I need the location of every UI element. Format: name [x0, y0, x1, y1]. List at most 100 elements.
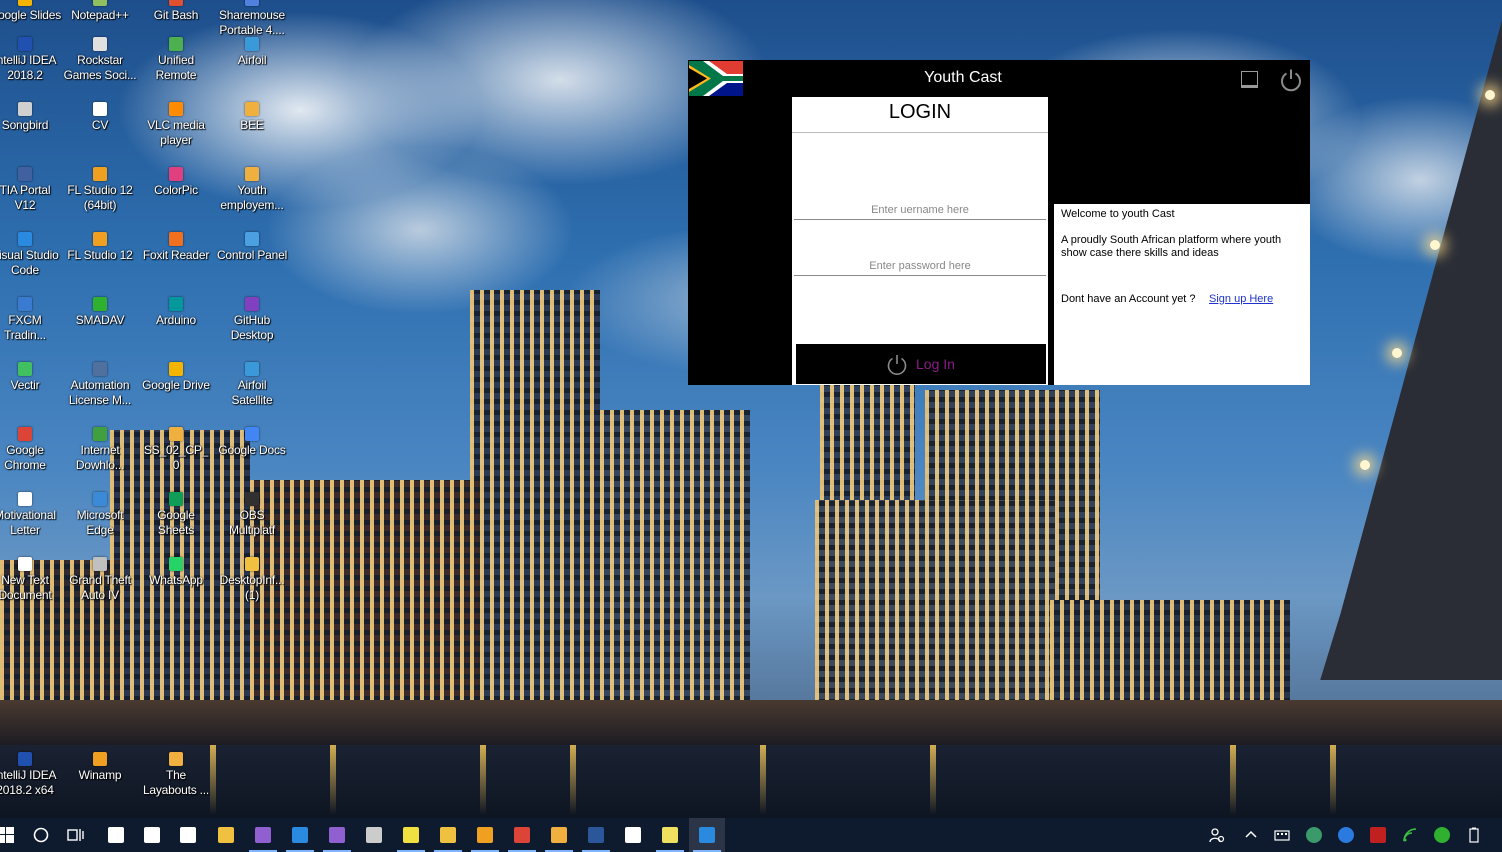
desktop-icon[interactable]: Songbird: [0, 102, 63, 133]
desktop-icon[interactable]: Winamp: [62, 752, 138, 783]
desktop-icon[interactable]: VLC media player: [138, 102, 214, 148]
tray-app-4[interactable]: [1428, 818, 1456, 852]
desktop-icon[interactable]: OBS Multiplatf: [214, 492, 290, 538]
desktop-icon[interactable]: SMADAV: [62, 297, 138, 328]
desktop-icon[interactable]: Notepad++: [62, 0, 138, 23]
info-panel: Welcome to youth Cast A proudly South Af…: [1054, 204, 1310, 385]
desktop-icon[interactable]: FL Studio 12 (64bit): [62, 167, 138, 213]
app-icon: [169, 752, 183, 766]
taskbar-app-button[interactable]: [504, 818, 540, 852]
desktop-icon[interactable]: Arduino: [138, 297, 214, 328]
desktop-icon[interactable]: Rockstar Games Soci...: [62, 37, 138, 83]
taskbar-app-button[interactable]: [208, 818, 244, 852]
desktop-icon[interactable]: Control Panel: [214, 232, 290, 263]
desktop-icon-label: SS_02_CP_ 0: [143, 443, 209, 472]
minimize-button[interactable]: [1238, 68, 1262, 92]
desktop-icon[interactable]: Google Drive: [138, 362, 214, 393]
app-icon: [93, 427, 107, 441]
taskbar-app-button[interactable]: [615, 818, 651, 852]
desktop-icon[interactable]: ColorPic: [138, 167, 214, 198]
desktop-icon[interactable]: Google Sheets: [138, 492, 214, 538]
description-text: A proudly South African platform where y…: [1061, 234, 1282, 259]
desktop-icon[interactable]: SS_02_CP_ 0: [138, 427, 214, 473]
desktop-icon[interactable]: New Text Document: [0, 557, 63, 603]
desktop-icon[interactable]: Google Slides: [0, 0, 63, 23]
taskbar-app-button[interactable]: [282, 818, 318, 852]
username-field[interactable]: Enter uername here: [794, 201, 1046, 220]
desktop-icon[interactable]: WhatsApp: [138, 557, 214, 588]
desktop-icon[interactable]: Internet Dowhlo...: [62, 427, 138, 473]
app-icon: [169, 0, 183, 6]
tray-app-3[interactable]: [1364, 818, 1392, 852]
desktop-icon[interactable]: Airfoil: [214, 37, 290, 68]
desktop-icon[interactable]: Git Bash: [138, 0, 214, 23]
desktop-icon[interactable]: Automation License M...: [62, 362, 138, 408]
tray-overflow-button[interactable]: [1237, 818, 1265, 852]
desktop-icon[interactable]: Vectir: [0, 362, 63, 393]
app-icon: [93, 362, 107, 376]
app-icon: [245, 297, 259, 311]
desktop-icon[interactable]: BEE: [214, 102, 290, 133]
tray-app-1[interactable]: [1300, 818, 1328, 852]
taskbar-app-button[interactable]: [430, 818, 466, 852]
app-icon: [93, 232, 107, 246]
desktop-icon[interactable]: Microsoft Edge: [62, 492, 138, 538]
taskbar-app-button[interactable]: [245, 818, 281, 852]
desktop-icon-label: Google Chrome: [4, 443, 46, 472]
search-button[interactable]: [23, 818, 59, 852]
taskbar-app-button[interactable]: [98, 818, 134, 852]
mail-icon: [108, 827, 124, 843]
wallpaper-reflection: [570, 745, 576, 815]
password-field[interactable]: Enter password here: [794, 257, 1046, 276]
desktop-icon[interactable]: Google Chrome: [0, 427, 63, 473]
tray-people[interactable]: [1203, 818, 1231, 852]
desktop-icon-label: SMADAV: [75, 313, 125, 327]
login-button[interactable]: Log In: [796, 344, 1046, 384]
taskbar-app-button[interactable]: [578, 818, 614, 852]
keyboard-tray-icon: [1274, 830, 1290, 841]
app-icon: [245, 427, 259, 441]
desktop-icon[interactable]: CV: [62, 102, 138, 133]
desktop-icon[interactable]: Motivational Letter: [0, 492, 63, 538]
app-icon: [93, 37, 107, 51]
desktop-icon[interactable]: DesktopInf... (1): [214, 557, 290, 603]
title-bar[interactable]: Youth Cast: [688, 60, 1310, 96]
youth-cast-window: Youth Cast LOGIN Enter uername here Ente…: [688, 60, 1310, 385]
power-close-button[interactable]: [1278, 67, 1304, 93]
app-icon: [18, 427, 32, 441]
desktop-icon[interactable]: Unified Remote: [138, 37, 214, 83]
app-icon: [169, 167, 183, 181]
taskbar-app-button[interactable]: [170, 818, 206, 852]
tray-app-2[interactable]: [1332, 818, 1360, 852]
tray-battery[interactable]: [1460, 818, 1488, 852]
desktop-icon[interactable]: Google Docs: [214, 427, 290, 458]
desktop-icon[interactable]: The Layabouts ...: [138, 752, 214, 798]
desktop-icon[interactable]: FXCM Tradin...: [0, 297, 63, 343]
taskbar-app-button[interactable]: [689, 818, 725, 852]
desktop-icon[interactable]: Foxit Reader: [138, 232, 214, 263]
desktop-icon[interactable]: Youth employem...: [214, 167, 290, 213]
tray-keyboard[interactable]: [1268, 818, 1296, 852]
taskbar-app-button[interactable]: [393, 818, 429, 852]
wallpaper-reflection: [330, 745, 336, 815]
start-button[interactable]: [0, 818, 24, 852]
desktop-icon[interactable]: Visual Studio Code: [0, 232, 63, 278]
desktop-icon[interactable]: GitHub Desktop: [214, 297, 290, 343]
desktop-icon[interactable]: Grand Theft Auto IV: [62, 557, 138, 603]
desktop-icon[interactable]: Airfoil Satellite: [214, 362, 290, 408]
task-view-button[interactable]: [58, 818, 94, 852]
desktop-icon[interactable]: FL Studio 12: [62, 232, 138, 263]
desktop-icon[interactable]: Sharemouse Portable 4....: [214, 0, 290, 38]
desktop-icon[interactable]: IntelliJ IDEA 2018.2 x64: [0, 752, 63, 798]
desktop-icon[interactable]: IntelliJ IDEA 2018.2: [0, 37, 63, 83]
taskbar-app-button[interactable]: [134, 818, 170, 852]
taskbar-app-button[interactable]: [319, 818, 355, 852]
taskbar-app-button[interactable]: [356, 818, 392, 852]
app-icon: [18, 167, 32, 181]
taskbar-app-button[interactable]: [652, 818, 688, 852]
tray-wifi[interactable]: [1396, 818, 1424, 852]
desktop-icon[interactable]: TIA Portal V12: [0, 167, 63, 213]
signup-link[interactable]: Sign up Here: [1209, 293, 1273, 305]
taskbar-app-button[interactable]: [541, 818, 577, 852]
taskbar-app-button[interactable]: [467, 818, 503, 852]
